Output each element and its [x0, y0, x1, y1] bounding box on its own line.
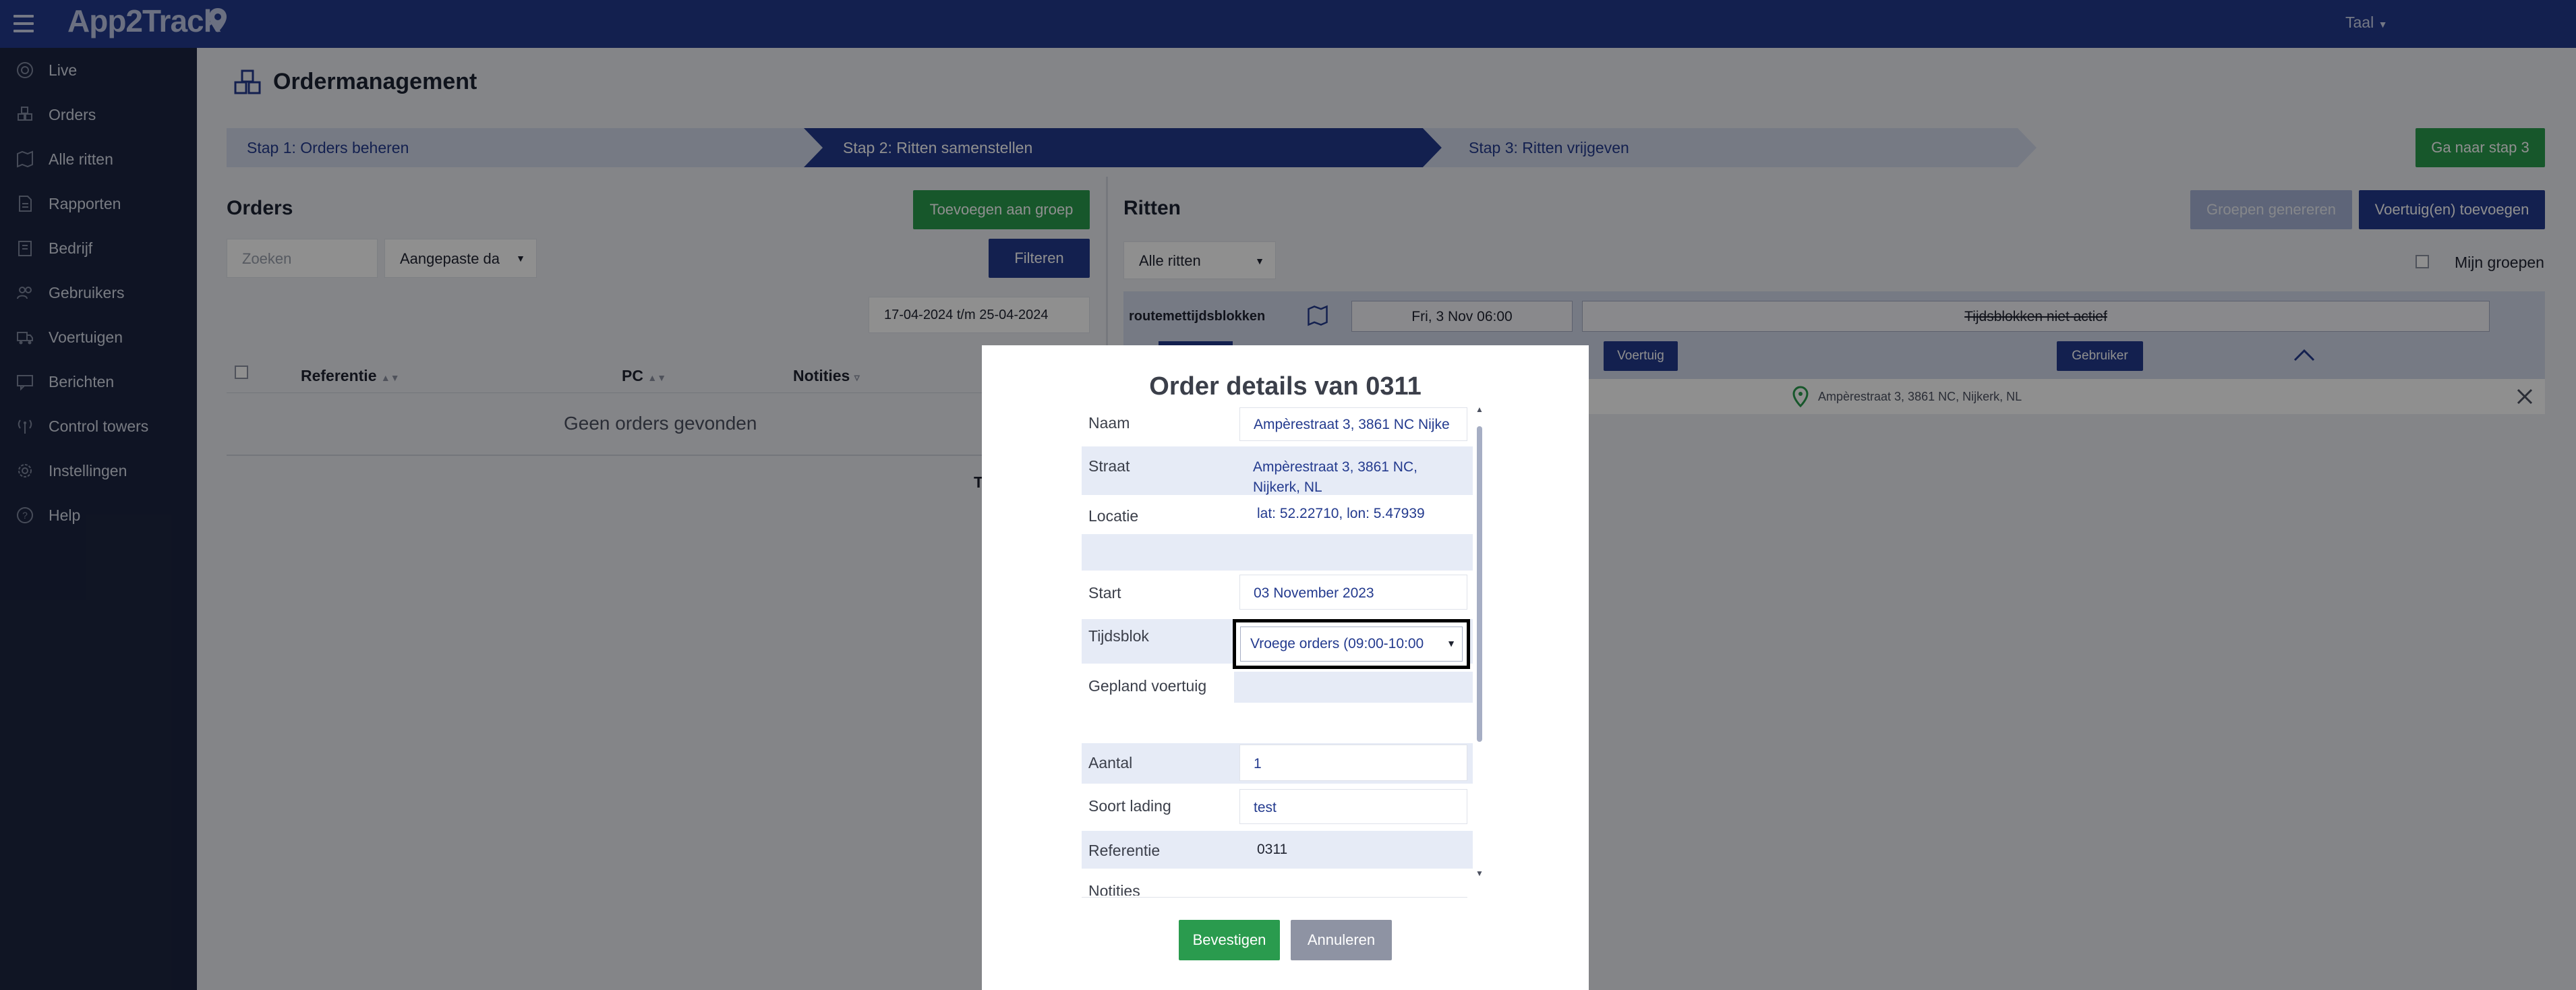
referentie-value: 0311	[1257, 842, 1288, 857]
scroll-up-icon[interactable]: ▲	[1475, 405, 1484, 414]
locatie-label: Locatie	[1088, 507, 1139, 525]
start-label: Start	[1088, 584, 1121, 602]
straat-label: Straat	[1088, 457, 1130, 475]
naam-field[interactable]: Ampèrestraat 3, 3861 NC Nijke	[1239, 407, 1467, 441]
start-date-field[interactable]: 03 November 2023	[1239, 575, 1467, 610]
divider	[1082, 897, 1467, 898]
cancel-button[interactable]: Annuleren	[1291, 920, 1392, 960]
scrollbar-thumb[interactable]	[1477, 426, 1482, 742]
form-row-spacer	[1082, 534, 1473, 571]
chevron-down-icon: ▼	[1446, 638, 1456, 649]
dialog-scrollbar[interactable]: ▲ ▼	[1475, 405, 1484, 883]
notities-label: Notities	[1088, 882, 1140, 896]
notities-row-clipped: Notities	[1082, 875, 1467, 896]
gepland-voertuig-field[interactable]	[1234, 672, 1473, 703]
soort-lading-field[interactable]: test	[1239, 789, 1467, 824]
referentie-label: Referentie	[1088, 842, 1161, 859]
confirm-button[interactable]: Bevestigen	[1179, 920, 1280, 960]
tijdsblok-select[interactable]: Vroege orders (09:00-10:00 ▼	[1233, 619, 1470, 669]
naam-label: Naam	[1088, 414, 1130, 432]
gepland-voertuig-label: Gepland voertuig	[1088, 677, 1207, 695]
locatie-value: lat: 52.22710, lon: 5.47939	[1257, 506, 1425, 521]
aantal-field[interactable]: 1	[1239, 745, 1467, 781]
scroll-down-icon[interactable]: ▼	[1475, 869, 1484, 878]
dialog-title: Order details van 0311	[1149, 372, 1422, 401]
aantal-label: Aantal	[1088, 754, 1133, 771]
straat-value: Ampèrestraat 3, 3861 NC, Nijkerk, NL	[1253, 459, 1417, 495]
tijdsblok-label: Tijdsblok	[1088, 627, 1149, 645]
soort-lading-label: Soort lading	[1088, 797, 1171, 815]
